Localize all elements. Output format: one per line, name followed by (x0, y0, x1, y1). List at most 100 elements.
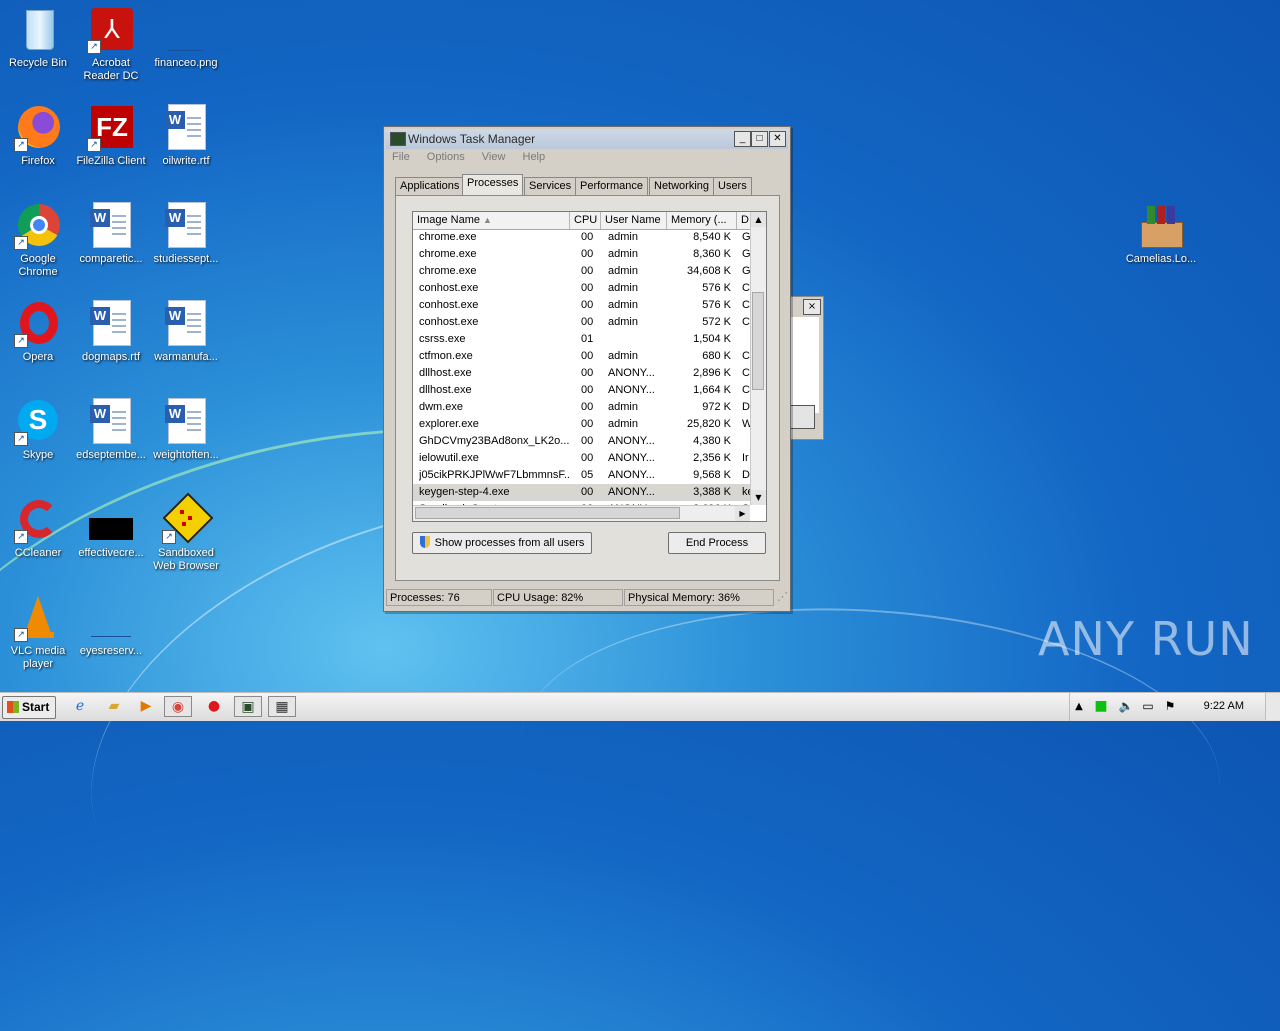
desktop-icon-firefox[interactable]: ↗ Firefox (0, 104, 76, 168)
column-header-memory[interactable]: Memory (... (667, 212, 737, 229)
scroll-right-icon[interactable]: ▶ (735, 506, 750, 521)
process-cpu: 00 (581, 231, 594, 243)
opera-taskbar-icon[interactable]: ● (200, 696, 228, 717)
process-row[interactable]: j05cikPRKJPlWwF7LbmmnsF... 05 ANONY... 9,56… (413, 467, 750, 484)
desktop-icon-label: comparetic... (79, 253, 143, 265)
process-row[interactable]: ielowutil.exe 00 ANONY... 2,356 K Ir (413, 450, 750, 467)
desktop-icon-financeo[interactable]: financeo.png (148, 6, 224, 70)
desktop-icon-acrobat[interactable]: ⅄ ↗ Acrobat Reader DC (73, 6, 149, 83)
desktop-icon-filezilla[interactable]: FZ ↗ FileZilla Client (73, 104, 149, 168)
word-document-icon: W (87, 398, 135, 446)
menu-file[interactable]: File (392, 151, 410, 163)
close-icon[interactable]: × (803, 299, 821, 315)
tab-performance[interactable]: Performance (575, 177, 648, 195)
column-header-description[interactable]: D (737, 212, 750, 229)
desktop-icon-edseptembe[interactable]: W edseptembe... (73, 398, 149, 462)
desktop-icon-label: FileZilla Client (76, 155, 146, 167)
show-all-processes-button[interactable]: Show processes from all users (412, 532, 592, 554)
scroll-thumb[interactable] (415, 507, 680, 519)
process-list-header: Image Name ▲ CPU User Name Memory (... D (413, 212, 750, 230)
desktop-icon-dogmaps[interactable]: W dogmaps.rtf (73, 300, 149, 364)
desktop-icon-effectivecre[interactable]: effectivecre... (73, 496, 149, 560)
app-taskbar-icon[interactable]: ▦ (268, 696, 296, 717)
scroll-down-icon[interactable]: ▼ (751, 490, 766, 505)
resize-grip-icon[interactable]: ⋰ (774, 589, 788, 606)
process-row[interactable]: dllhost.exe 00 ANONY... 1,664 K C (413, 382, 750, 399)
start-button[interactable]: Start (2, 696, 56, 719)
process-row[interactable]: chrome.exe 00 admin 8,540 K G (413, 229, 750, 246)
menu-help[interactable]: Help (523, 151, 546, 163)
file-explorer-icon[interactable]: ▰ (100, 696, 128, 717)
process-row[interactable]: dllhost.exe 00 ANONY... 2,896 K C (413, 365, 750, 382)
show-hidden-icons-icon[interactable]: ▲ (1072, 696, 1086, 717)
process-row[interactable]: csrss.exe 01 1,504 K (413, 331, 750, 348)
tab-users[interactable]: Users (713, 177, 752, 195)
scroll-thumb[interactable] (752, 292, 764, 390)
process-user: admin (608, 265, 638, 277)
tab-applications[interactable]: Applications (395, 177, 465, 195)
process-name: conhost.exe (419, 299, 479, 311)
task-manager-taskbar-icon[interactable]: ▣ (234, 696, 262, 717)
clock[interactable]: 9:22 AM (1204, 700, 1244, 712)
volume-icon[interactable]: 🔈 (1118, 696, 1134, 717)
process-row[interactable]: GhDCVmy23BAd8onx_LK2o... 00 ANONY... 4,380 … (413, 433, 750, 450)
desktop-icon-chrome[interactable]: ↗ Google Chrome (0, 202, 76, 279)
process-row[interactable]: ctfmon.exe 00 admin 680 K C (413, 348, 750, 365)
process-row[interactable]: conhost.exe 00 admin 572 K C (413, 314, 750, 331)
action-center-flag-icon[interactable]: ⚑ (1162, 696, 1178, 717)
desktop-icon-weightoften[interactable]: W weightoften... (148, 398, 224, 462)
file-thumbnail-icon (87, 496, 135, 544)
network-status-icon[interactable]: ■ (1094, 696, 1108, 717)
vertical-scrollbar[interactable]: ▲ ▼ (750, 212, 766, 505)
internet-explorer-icon[interactable]: ℯ (66, 696, 94, 717)
process-row[interactable]: chrome.exe 00 admin 34,608 K G (413, 263, 750, 280)
end-process-button[interactable]: End Process (668, 532, 766, 554)
desktop-icon-comparetic[interactable]: W comparetic... (73, 202, 149, 266)
title-bar[interactable]: Windows Task Manager _ □ ✕ (386, 129, 788, 149)
horizontal-scrollbar[interactable]: ▶ (413, 505, 750, 521)
system-tray: ▲ ■ 🔈 ▭ ⚑ 9:22 AM (1069, 693, 1280, 721)
desktop-icon-label: effectivecre... (78, 547, 144, 559)
desktop-icon-ccleaner[interactable]: ↗ CCleaner (0, 496, 76, 560)
column-header-cpu[interactable]: CPU (570, 212, 601, 229)
process-row[interactable]: conhost.exe 00 admin 576 K C (413, 297, 750, 314)
process-name: chrome.exe (419, 231, 477, 243)
status-cpu-usage: CPU Usage: 82% (493, 589, 623, 606)
desktop-icon-sandboxed-browser[interactable]: ↗ Sandboxed Web Browser (148, 492, 224, 573)
desktop-icon-studiessept[interactable]: W studiessept... (148, 202, 224, 266)
process-row[interactable]: conhost.exe 00 admin 576 K C (413, 280, 750, 297)
desktop-icon-opera[interactable]: ↗ Opera (0, 300, 76, 364)
desktop-icon-warmanufa[interactable]: W warmanufa... (148, 300, 224, 364)
process-row[interactable]: keygen-step-4.exe 00 ANONY... 3,388 K ke (413, 484, 750, 501)
tab-networking[interactable]: Networking (649, 177, 715, 195)
column-header-user-name[interactable]: User Name (601, 212, 667, 229)
dialog-button[interactable] (789, 405, 815, 429)
process-row[interactable]: chrome.exe 00 admin 8,360 K G (413, 246, 750, 263)
background-dialog[interactable]: × (788, 296, 824, 440)
menu-view[interactable]: View (482, 151, 506, 163)
desktop-icon-label: oilwrite.rtf (162, 155, 210, 167)
desktop-icon-oilwrite[interactable]: W oilwrite.rtf (148, 104, 224, 168)
network-icon[interactable]: ▭ (1140, 696, 1156, 717)
desktop-icon-vlc[interactable]: ↗ VLC media player (0, 594, 76, 671)
desktop-icon-eyesreserv[interactable]: eyesreserv... (73, 594, 149, 658)
desktop-icon-camelias[interactable]: Camelias.Lo... (1123, 202, 1199, 266)
process-row[interactable]: dwm.exe 00 admin 972 K D (413, 399, 750, 416)
close-button[interactable]: ✕ (769, 131, 786, 147)
show-desktop-button[interactable] (1265, 693, 1280, 720)
maximize-button[interactable]: □ (751, 131, 768, 147)
minimize-button[interactable]: _ (734, 131, 751, 147)
process-row[interactable]: explorer.exe 00 admin 25,820 K W (413, 416, 750, 433)
tab-services[interactable]: Services (524, 177, 577, 195)
opera-icon: ↗ (14, 300, 62, 348)
desktop-icon-recycle-bin[interactable]: Recycle Bin (0, 6, 76, 70)
scroll-up-icon[interactable]: ▲ (751, 212, 766, 227)
desktop-icon-skype[interactable]: S ↗ Skype (0, 398, 76, 462)
tab-processes[interactable]: Processes (462, 174, 524, 195)
media-player-icon[interactable]: ▶ (132, 696, 160, 717)
column-header-image-name[interactable]: Image Name ▲ (413, 212, 570, 229)
menu-options[interactable]: Options (427, 151, 465, 163)
uac-shield-icon (419, 536, 430, 548)
process-list[interactable]: Image Name ▲ CPU User Name Memory (... D… (412, 211, 767, 522)
chrome-taskbar-icon[interactable]: ◉ (164, 696, 192, 717)
